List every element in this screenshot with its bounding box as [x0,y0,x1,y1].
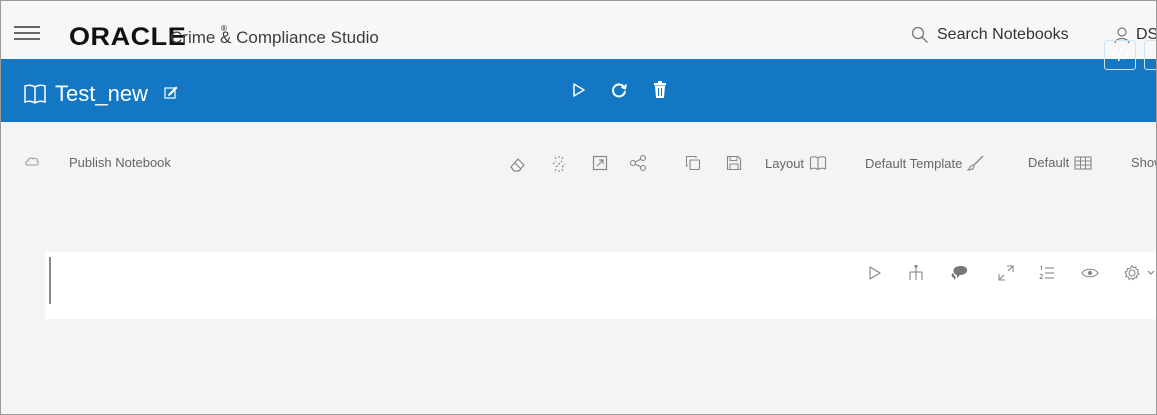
run-paragraph-button[interactable] [868,265,882,281]
notebook-bar: Test_new [1,59,1156,122]
paragraph-cursor-bar [49,257,51,304]
unlink-icon [552,156,566,172]
play-icon [573,83,585,97]
comments-button[interactable] [950,265,970,281]
book-icon [809,156,827,171]
publish-notebook-label: Publish Notebook [69,155,171,170]
template-selector[interactable]: Default Template [865,155,985,171]
clear-output-button[interactable] [509,155,527,173]
run-all-button[interactable] [572,82,586,98]
copy-icon [685,155,701,171]
app-window: ORACLE ® Crime & Compliance Studio Searc… [0,0,1157,415]
logo-text: ORACLE [69,23,187,51]
default-label: Default [1028,155,1070,170]
unlink-button[interactable] [550,155,568,173]
share-icon [629,155,647,171]
more-view-button[interactable] [1144,40,1156,70]
eraser-icon [510,158,525,172]
code-view-button[interactable] [1104,40,1136,70]
search-icon [911,26,928,43]
layout-label: Layout [765,155,805,171]
share-button[interactable] [629,155,647,171]
notebook-title: Test_new [55,81,148,106]
notebook-toolbar: Publish Notebook Layout Default Template… [1,122,1156,202]
oracle-logo: ORACLE ® [69,23,227,51]
comments-icon [951,265,968,280]
book-icon [24,84,46,104]
app-name: Crime & Compliance Studio [170,28,379,47]
gear-icon [1124,264,1140,281]
notebook-title-group: Test_new [23,81,178,107]
eye-icon [1081,268,1099,278]
expand-button[interactable] [998,265,1014,281]
dependency-button[interactable] [908,265,924,281]
menu-icon[interactable] [14,26,40,40]
numbered-list-icon [1039,265,1054,279]
search-label: Search Notebooks [937,26,1069,43]
save-icon [726,155,742,171]
default-view-selector[interactable]: Default [1028,155,1092,170]
refresh-icon [612,83,627,98]
search-notebooks[interactable]: Search Notebooks [911,26,1069,44]
play-icon [869,266,881,280]
notebook-actions [572,81,692,99]
publish-notebook-button[interactable]: Publish Notebook [69,155,171,170]
table-icon [1074,155,1092,170]
chevron-down-icon [1147,270,1155,275]
paragraph-toolbar [868,264,1155,282]
hierarchy-icon [909,265,923,280]
show-selector[interactable]: Show [1131,155,1156,170]
edit-title-icon[interactable] [164,85,178,104]
refresh-button[interactable] [610,81,628,99]
top-header: ORACLE ® Crime & Compliance Studio Searc… [1,1,1156,59]
cloud-sync-button[interactable] [24,155,40,167]
export-button[interactable] [592,155,608,171]
expand-icon [998,265,1014,281]
trash-icon [654,81,666,98]
save-button[interactable] [726,155,742,171]
settings-dropdown-button[interactable] [1147,270,1155,276]
external-link-icon [592,155,608,171]
code-icon [1111,48,1129,62]
settings-button[interactable] [1123,264,1141,282]
clone-button[interactable] [685,155,701,171]
brush-icon [967,155,984,171]
notebook-paragraph[interactable] [45,252,1156,319]
layout-button[interactable]: Layout [765,155,827,171]
template-label: Default Template [865,155,963,171]
line-numbers-button[interactable] [1039,265,1055,281]
show-label: Show [1131,155,1156,170]
cloud-icon [25,157,39,166]
visibility-button[interactable] [1081,267,1099,279]
delete-button[interactable] [652,81,668,99]
